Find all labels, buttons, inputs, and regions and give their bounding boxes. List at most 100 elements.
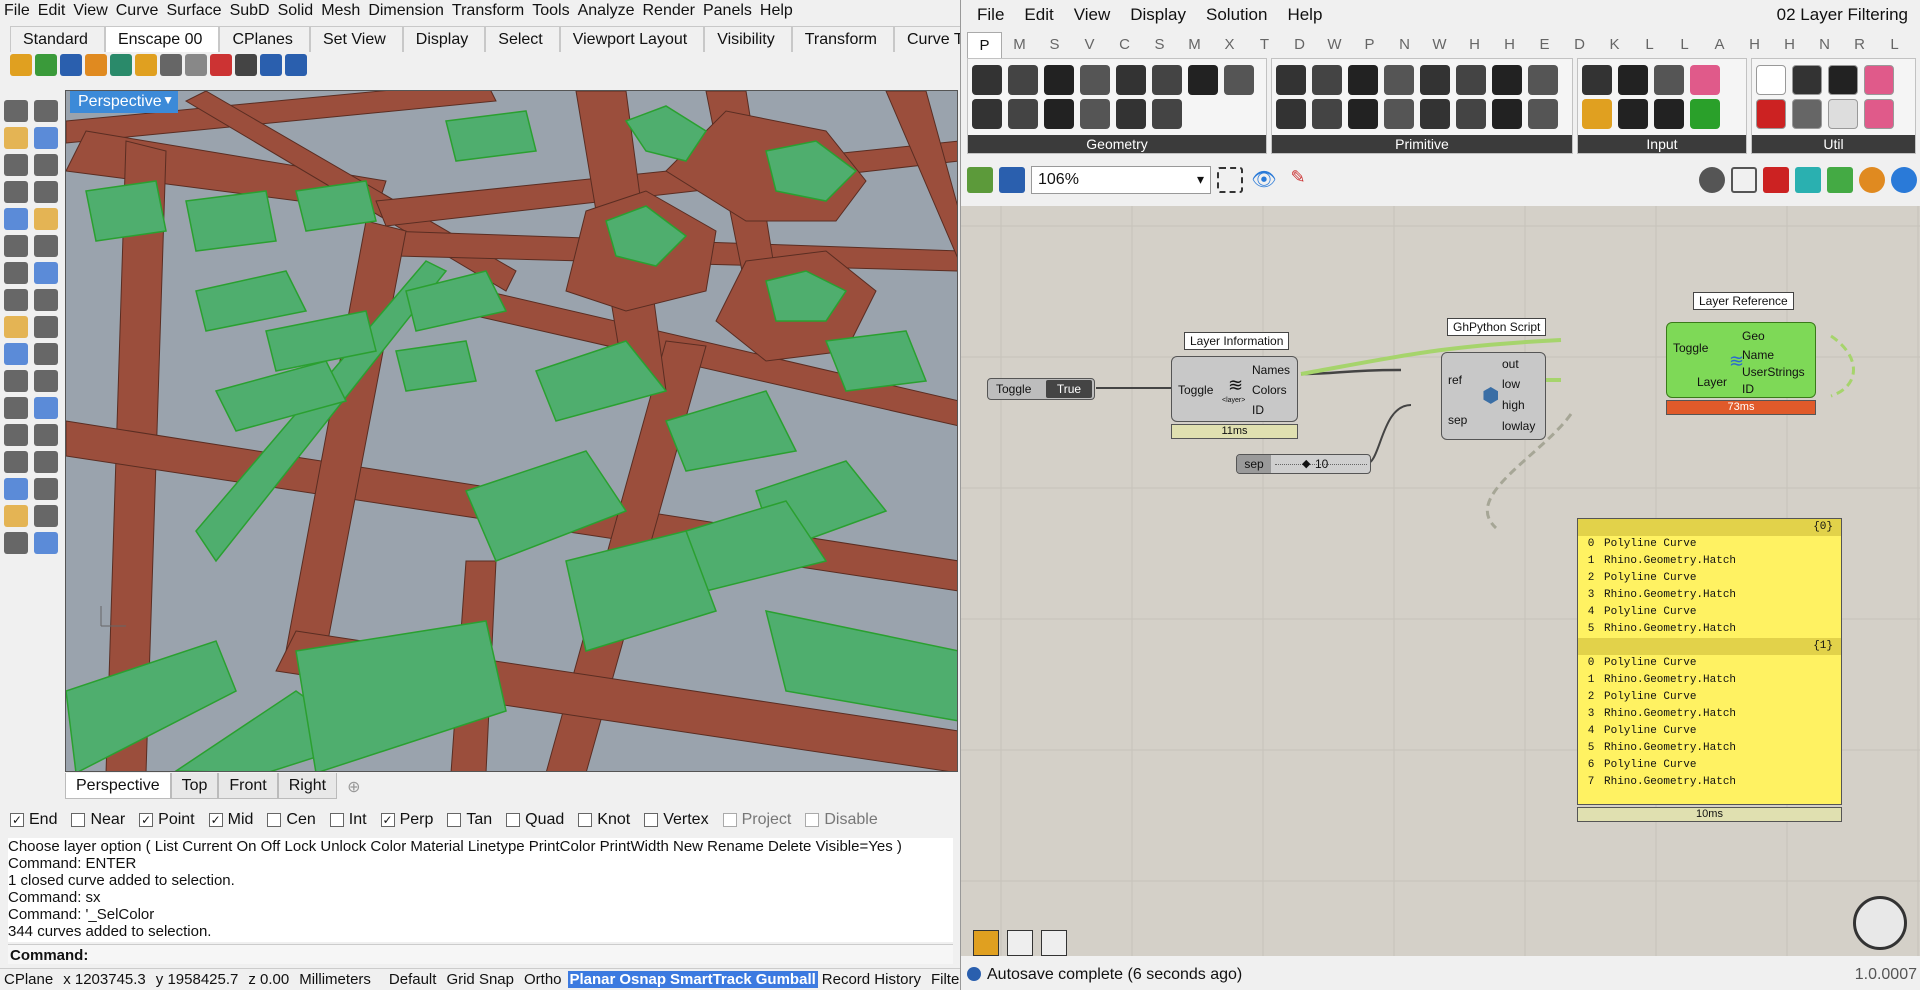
- input-sep[interactable]: sep: [1448, 413, 1467, 427]
- geometry-component-icon[interactable]: [1080, 99, 1110, 129]
- canvas-widget-icon[interactable]: [973, 930, 999, 956]
- current-layer[interactable]: Default: [385, 971, 443, 988]
- layer-reference-component[interactable]: Toggle Layer ≋ Geo Name UserStrings ID: [1666, 322, 1816, 398]
- mesh-icon[interactable]: [34, 289, 58, 311]
- gh-tab[interactable]: S: [1142, 32, 1177, 58]
- explode-icon[interactable]: [34, 316, 58, 338]
- primitive-component-icon[interactable]: [1312, 65, 1342, 95]
- tab-set-view[interactable]: Set View: [309, 26, 403, 52]
- osnap-mid[interactable]: ✓ Mid: [208, 811, 253, 829]
- osnap-checkbox[interactable]: [578, 813, 593, 827]
- output-geo[interactable]: Geo: [1742, 329, 1765, 343]
- tab-cplanes[interactable]: CPlanes: [219, 26, 310, 52]
- geometry-component-icon[interactable]: [1188, 65, 1218, 95]
- input-toggle[interactable]: Toggle: [1673, 341, 1708, 355]
- osnap-disable[interactable]: Disable: [805, 811, 878, 829]
- geometry-component-icon[interactable]: [1008, 65, 1038, 95]
- text-icon[interactable]: [4, 424, 28, 446]
- util-component-icon[interactable]: [1756, 99, 1786, 129]
- zoom-extents-icon[interactable]: [1217, 167, 1243, 193]
- osnap-checkbox[interactable]: [267, 813, 282, 827]
- geometry-component-icon[interactable]: [1152, 65, 1182, 95]
- primitive-component-icon[interactable]: [1492, 65, 1522, 95]
- layout-icon[interactable]: [4, 505, 28, 527]
- osnap-checkbox[interactable]: [329, 813, 344, 827]
- menu-mesh[interactable]: Mesh: [317, 2, 364, 20]
- osnap-point[interactable]: ✓ Point: [139, 811, 195, 829]
- geometry-component-icon[interactable]: [1116, 65, 1146, 95]
- viewport-title[interactable]: Perspective ▼: [70, 91, 178, 113]
- osnap-checkbox[interactable]: [805, 813, 820, 827]
- polyline-icon[interactable]: [4, 127, 28, 149]
- gh-tab[interactable]: P: [1352, 32, 1387, 58]
- osnap-cen[interactable]: Cen: [267, 811, 316, 829]
- menu-file[interactable]: File: [0, 2, 34, 20]
- enscape-start-icon[interactable]: [110, 54, 132, 76]
- menu-curve[interactable]: Curve: [112, 2, 163, 20]
- navigation-compass-icon[interactable]: [1853, 896, 1907, 950]
- smarttrack-toggle[interactable]: SmartTrack: [668, 971, 754, 988]
- geometry-component-icon[interactable]: [972, 99, 1002, 129]
- osnap-checkbox[interactable]: ✓: [10, 813, 24, 827]
- preview-mode-icon[interactable]: [1699, 167, 1725, 193]
- canvas-save-icon[interactable]: [1007, 930, 1033, 956]
- material-ball-icon[interactable]: [1859, 167, 1885, 193]
- number-slider[interactable]: sep ◆ 10: [1236, 454, 1371, 474]
- layer-icon[interactable]: [60, 54, 82, 76]
- primitive-component-icon[interactable]: [1420, 65, 1450, 95]
- solid-icon[interactable]: [4, 397, 28, 419]
- canvas-download-icon[interactable]: [1041, 930, 1067, 956]
- array-icon[interactable]: [34, 397, 58, 419]
- gh-tab[interactable]: K: [1597, 32, 1632, 58]
- osnap-end[interactable]: ✓ End: [10, 811, 57, 829]
- primitive-component-icon[interactable]: [1420, 99, 1450, 129]
- gh-tab[interactable]: D: [1282, 32, 1317, 58]
- primitive-component-icon[interactable]: [1456, 99, 1486, 129]
- output-name[interactable]: Name: [1742, 348, 1774, 362]
- refresh-icon[interactable]: [35, 54, 57, 76]
- planar-toggle[interactable]: Planar: [567, 971, 618, 988]
- gh-menu-edit[interactable]: Edit: [1014, 5, 1063, 25]
- tab-standard[interactable]: Standard: [10, 26, 105, 52]
- geometry-component-icon[interactable]: [1152, 99, 1182, 129]
- gh-tab[interactable]: N: [1387, 32, 1422, 58]
- osnap-checkbox[interactable]: [722, 813, 737, 827]
- util-component-icon[interactable]: [1792, 65, 1822, 95]
- osnap-tan[interactable]: Tan: [447, 811, 492, 829]
- menu-panels[interactable]: Panels: [699, 2, 756, 20]
- gh-tab[interactable]: W: [1912, 32, 1920, 58]
- menu-render[interactable]: Render: [639, 2, 699, 20]
- box-icon[interactable]: [4, 262, 28, 284]
- input-component-icon[interactable]: [1690, 99, 1720, 129]
- circle-icon[interactable]: [4, 154, 28, 176]
- document-preview-icon[interactable]: [1891, 167, 1917, 193]
- viewport-tab-right[interactable]: Right: [277, 773, 338, 799]
- primitive-component-icon[interactable]: [1276, 99, 1306, 129]
- osnap-toggle[interactable]: Osnap: [617, 971, 669, 988]
- enscape-live-icon[interactable]: [135, 54, 157, 76]
- input-component-icon[interactable]: [1582, 99, 1612, 129]
- point-icon[interactable]: [10, 54, 32, 76]
- tab-visibility[interactable]: Visibility: [704, 26, 792, 52]
- util-component-icon[interactable]: [1828, 65, 1858, 95]
- gh-tab[interactable]: C: [1107, 32, 1142, 58]
- slider-handle-icon[interactable]: ◆: [1302, 457, 1310, 470]
- output-low[interactable]: low: [1502, 377, 1520, 391]
- util-component-icon[interactable]: [1828, 99, 1858, 129]
- gh-tab[interactable]: H: [1737, 32, 1772, 58]
- input-component-icon[interactable]: [1618, 99, 1648, 129]
- input-component-icon[interactable]: [1582, 65, 1612, 95]
- ortho-toggle[interactable]: Ortho: [520, 971, 568, 988]
- input-component-icon[interactable]: [1654, 65, 1684, 95]
- gumball-toggle[interactable]: Gumball: [753, 971, 818, 988]
- output-high[interactable]: high: [1502, 398, 1525, 412]
- primitive-component-icon[interactable]: [1492, 99, 1522, 129]
- input-component-icon[interactable]: [1654, 99, 1684, 129]
- input-component-icon[interactable]: [1690, 65, 1720, 95]
- output-userstrings[interactable]: UserStrings: [1742, 365, 1805, 379]
- primitive-component-icon[interactable]: [1528, 65, 1558, 95]
- tab-select[interactable]: Select: [485, 26, 560, 52]
- osnap-project[interactable]: Project: [722, 811, 791, 829]
- menu-subd[interactable]: SubD: [226, 2, 274, 20]
- wireframe-icon[interactable]: [1731, 167, 1757, 193]
